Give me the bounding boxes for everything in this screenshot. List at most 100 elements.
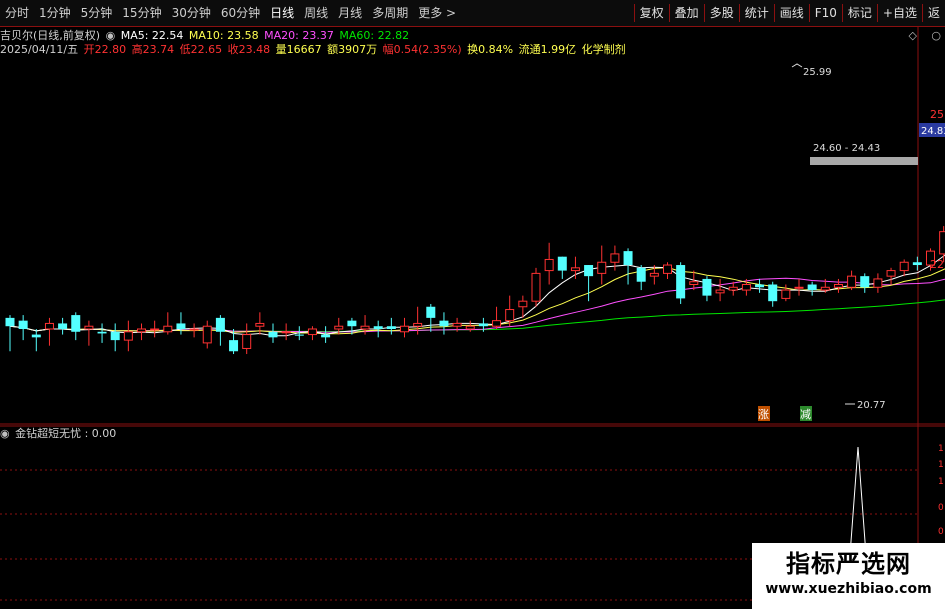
axis-label-22: 22 xyxy=(930,258,944,271)
range-band xyxy=(810,157,918,165)
candle-body xyxy=(939,231,945,255)
candle-body xyxy=(505,309,515,322)
candle-body xyxy=(623,251,633,266)
candle-body xyxy=(649,272,659,277)
candle-body xyxy=(833,284,843,288)
sector-label: 化学制剂 xyxy=(581,43,626,56)
axis-label-25: 25 xyxy=(930,108,944,121)
candle-body xyxy=(123,331,133,341)
ma-lines xyxy=(9,254,945,337)
candle-body xyxy=(912,262,922,266)
candle-body xyxy=(163,325,173,333)
candle-body xyxy=(518,300,528,308)
candle-body xyxy=(886,270,896,277)
candle-body xyxy=(847,275,857,288)
price-tag: 24.83 xyxy=(921,126,945,137)
stock-title: 吉贝尔(日线,前复权) xyxy=(0,29,101,42)
candle-body xyxy=(702,278,712,296)
low-label: 低22.65 xyxy=(179,43,223,56)
ma5-label: MA5: 22.54 xyxy=(120,29,184,42)
candle-body xyxy=(768,284,778,302)
candle-body xyxy=(741,284,751,291)
candle-body xyxy=(84,325,94,330)
turnover-label: 换0.84% xyxy=(467,43,514,56)
ma5-line xyxy=(9,254,945,337)
candle-body xyxy=(610,253,620,263)
candle-body xyxy=(531,272,541,302)
candle-body xyxy=(794,286,804,289)
kline-chart[interactable]: 25.99 20.77 24.60 - 24.43 25 22 24.83 涨 减 1 1 1 0 0… xyxy=(0,0,945,609)
candle-body xyxy=(728,286,738,291)
candle-body xyxy=(44,322,54,330)
range-label: 24.60 - 24.43 xyxy=(813,143,880,154)
candle-body xyxy=(242,334,252,349)
watermark-logo: 指标严选网 www.xuezhibiao.com xyxy=(752,543,945,609)
indicator-label: 金钻超短无忧 : 0.00 xyxy=(15,427,117,440)
candle-body xyxy=(860,276,870,288)
candle-body xyxy=(18,320,28,329)
marker-down: 减 xyxy=(800,408,811,421)
low-price-label: 20.77 xyxy=(857,400,886,411)
collapse-icon[interactable]: ○ xyxy=(931,29,941,43)
candle-body xyxy=(215,317,225,332)
candle-body xyxy=(478,323,488,327)
candle-body xyxy=(71,315,81,332)
candle-body xyxy=(663,264,672,274)
ma10-line xyxy=(9,266,945,335)
amount-label: 额3907万 xyxy=(327,43,378,56)
candle-body xyxy=(492,320,502,327)
candle-body xyxy=(110,331,120,341)
candle-body xyxy=(439,320,449,327)
candle-body xyxy=(202,325,212,344)
candle-body xyxy=(676,265,686,299)
candle-body xyxy=(781,289,791,299)
watermark-text: 指标严选网 xyxy=(786,550,911,578)
date-label: 2025/04/11/五 xyxy=(0,43,79,56)
candle-body xyxy=(597,261,607,274)
indicator-axis-label: 0 xyxy=(938,503,944,513)
candle-body xyxy=(715,289,725,294)
candle-body xyxy=(426,306,436,318)
high-arrow xyxy=(791,63,803,68)
candle-body xyxy=(176,323,186,329)
candle-body xyxy=(400,325,409,333)
candle-body xyxy=(307,328,317,336)
candle-body xyxy=(255,322,265,327)
candle-body xyxy=(97,331,107,334)
candle-body xyxy=(465,325,475,330)
candle-body xyxy=(347,320,357,327)
candle-body xyxy=(268,331,278,338)
ma20-line xyxy=(9,277,945,333)
candle-body xyxy=(820,286,830,291)
watermark-url: www.xuezhibiao.com xyxy=(765,581,932,597)
candle-body xyxy=(636,267,646,282)
candle-body xyxy=(570,267,580,272)
candle-body xyxy=(58,323,68,329)
indicator-title: ◉ 金钻超短无忧 : 0.00 xyxy=(0,427,118,441)
indicator-axis-label: 1 xyxy=(938,444,944,454)
candle-body xyxy=(807,284,817,291)
diamond-icon[interactable]: ◇ xyxy=(909,29,917,43)
indicator-axis-label: 1 xyxy=(938,460,944,470)
candle-body xyxy=(755,284,765,288)
candle-body xyxy=(544,258,554,272)
open-label: 开22.80 xyxy=(83,43,127,56)
candle-body xyxy=(557,256,567,271)
close-label: 收23.48 xyxy=(227,43,271,56)
settings-icon[interactable]: ◉ xyxy=(106,29,116,42)
candle-body xyxy=(373,326,383,329)
candle-body xyxy=(5,317,15,327)
volume-label: 量16667 xyxy=(275,43,322,56)
indicator-axis-label: 1 xyxy=(938,477,944,487)
candlesticks xyxy=(5,226,945,355)
candle-body xyxy=(189,328,199,331)
candle-body xyxy=(413,322,423,327)
candle-body xyxy=(334,325,344,330)
high-label: 高23.74 xyxy=(131,43,175,56)
candle-body xyxy=(137,328,146,333)
chart-annotations: 25.99 20.77 24.60 - 24.43 25 22 24.83 涨 减 xyxy=(758,63,945,421)
ma-info-row: 吉贝尔(日线,前复权) ◉ MA5: 22.54 MA10: 23.58 MA2… xyxy=(0,29,411,43)
indicator-settings-icon[interactable]: ◉ xyxy=(0,427,10,440)
chart-grid xyxy=(0,26,945,609)
candle-body xyxy=(899,261,909,272)
